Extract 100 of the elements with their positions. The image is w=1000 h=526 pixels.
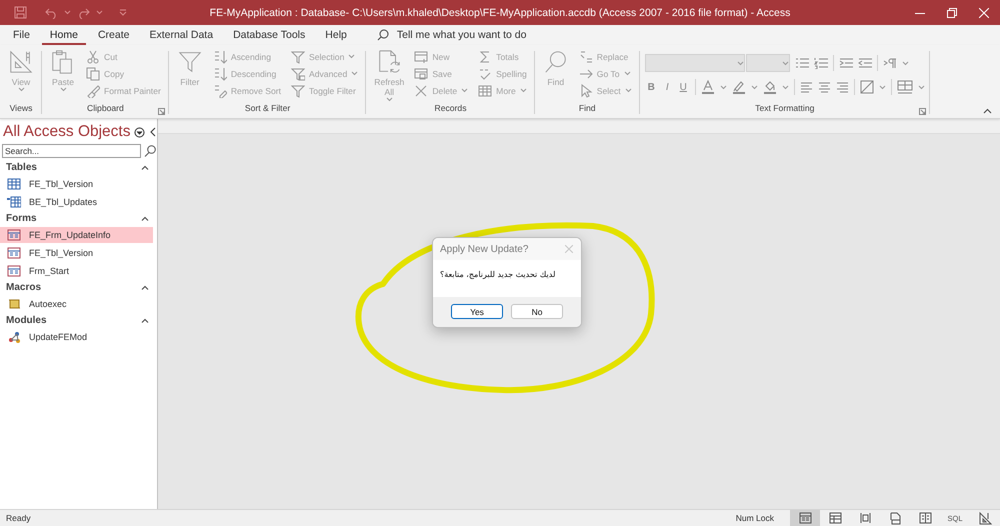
nav-item[interactable]: Frm_Start [0, 263, 153, 279]
ribbon-tab[interactable]: External Data [141, 26, 222, 44]
grid-icon [478, 84, 492, 98]
form-icon [7, 228, 21, 242]
caret-icon [624, 71, 631, 76]
customize-icon [119, 9, 127, 16]
dialog-message: لديك تحديث جديد للبرنامج، متابعة؟ [440, 270, 556, 279]
nav-pane-title: All Access Objects [3, 123, 130, 141]
section-header[interactable]: Macros [6, 282, 42, 293]
design-view-icon [978, 512, 992, 524]
layout-view-icon [858, 512, 872, 524]
format-button[interactable]: I [662, 82, 672, 92]
gridlines-icon [860, 80, 874, 94]
caret-icon [750, 84, 758, 90]
caret-icon [878, 84, 886, 90]
caret-icon [782, 84, 789, 90]
caret-icon [18, 87, 24, 92]
linked-table-icon [7, 195, 21, 209]
split-view-icon [918, 512, 932, 524]
group-label: Find [578, 103, 597, 115]
status-text: Ready [6, 513, 31, 523]
table-color-icon [896, 80, 913, 94]
indent-icon [838, 57, 853, 69]
num-lock-indicator: Num Lock [736, 513, 774, 523]
ribbon-tab[interactable]: File [5, 26, 38, 44]
cursor-icon [578, 84, 593, 98]
checkmark-icon [478, 66, 492, 80]
format-button[interactable]: U [676, 82, 690, 92]
save-record-icon [414, 66, 428, 80]
scroll-icon [7, 297, 21, 311]
ribbon-tab[interactable]: Create [90, 26, 138, 44]
funnel-icon [291, 50, 305, 64]
datasheet-view-icon [828, 512, 842, 524]
nav-item[interactable]: FE_Tbl_Version [0, 245, 153, 261]
section-header[interactable]: Forms [6, 213, 37, 224]
numbered-list-icon [814, 57, 828, 69]
undo-icon [45, 6, 58, 18]
nav-item[interactable]: UpdateFEMod [0, 329, 153, 345]
group-label: Records [434, 103, 468, 115]
ribbon-tab[interactable]: Database Tools [225, 26, 314, 44]
scissors-icon [86, 50, 100, 64]
caret-icon [351, 71, 358, 76]
caret-icon [60, 87, 66, 92]
section-header[interactable]: Modules [6, 315, 47, 326]
redo-icon [77, 6, 90, 18]
table-icon [7, 177, 21, 191]
paintbrush-icon [86, 84, 100, 98]
nav-item[interactable]: FE_Frm_UpdateInfo [0, 227, 153, 243]
funnel-icon [291, 66, 305, 80]
caret-icon [624, 88, 632, 93]
outdent-icon [858, 57, 872, 69]
dialog-button[interactable]: Yes [451, 304, 503, 319]
new-record-icon [414, 50, 428, 64]
collapse-ribbon-icon [983, 108, 992, 114]
search-icon [144, 145, 156, 157]
format-button[interactable]: B [644, 82, 658, 92]
eraser-icon [212, 84, 227, 98]
close-icon [565, 245, 573, 253]
copy-icon [86, 66, 100, 80]
print-preview-icon [888, 512, 902, 524]
caret-icon [720, 84, 727, 90]
caret-icon [348, 54, 356, 59]
form-icon [7, 246, 21, 260]
tell-me-field[interactable]: Tell me what you want to do [396, 29, 567, 41]
dropdown-circle-icon [134, 126, 144, 138]
nav-item[interactable]: BE_Tbl_Updates [0, 194, 153, 210]
align-right-icon [836, 81, 849, 93]
group-label: Clipboard [86, 103, 125, 115]
sort-ascending-icon [212, 50, 227, 64]
highlighter-icon [732, 80, 746, 94]
restore-icon [947, 8, 957, 18]
fill-bucket-icon [762, 80, 777, 94]
chevron-left-icon [150, 127, 156, 137]
caret-icon [96, 10, 103, 15]
nav-item[interactable]: Autoexec [0, 296, 153, 312]
nav-item[interactable]: FE_Tbl_Version [0, 176, 153, 192]
caret-icon [520, 88, 527, 93]
view-button[interactable] [790, 510, 820, 526]
dialog-title: Apply New Update? [440, 244, 528, 254]
paragraph-direction-icon [882, 57, 897, 69]
module-icon [7, 330, 21, 344]
group-label: Text Formatting [754, 103, 816, 115]
align-left-icon [800, 81, 813, 93]
ribbon-tab[interactable]: Help [317, 26, 355, 44]
font-color-icon [700, 80, 715, 94]
dialog-button[interactable]: No [511, 304, 563, 319]
caret-icon [386, 97, 393, 102]
group-label: Views [8, 103, 34, 115]
arrow-right-icon [578, 66, 593, 80]
align-center-icon [818, 81, 831, 93]
search-field[interactable]: Search... [2, 144, 141, 158]
caret-icon [902, 60, 909, 66]
caret-icon [461, 88, 468, 93]
replace-icon [578, 50, 593, 64]
form-icon [7, 264, 21, 278]
window-title: FE-MyApplication : Database- C:\Users\m.khaled\Desktop\FE-MyApplication.accdb (Access 2007 - 2016 file format) - Access [210, 6, 790, 18]
caret-icon [64, 10, 71, 15]
save-icon [14, 6, 27, 19]
section-header[interactable]: Tables [6, 162, 37, 173]
funnel-icon [291, 84, 305, 98]
